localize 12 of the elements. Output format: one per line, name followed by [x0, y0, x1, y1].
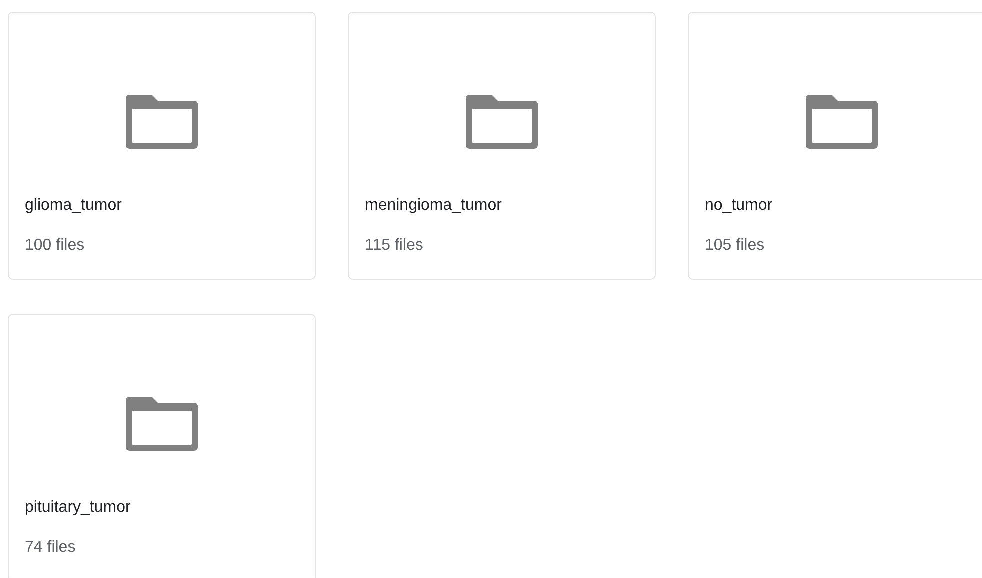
folder-card[interactable]: no_tumor 105 files [688, 12, 982, 280]
file-count: 115 files [365, 236, 424, 256]
folder-card[interactable]: glioma_tumor 100 files [8, 12, 316, 280]
file-count: 105 files [705, 236, 765, 256]
folder-card[interactable]: meningioma_tumor 115 files [348, 12, 656, 280]
file-count: 74 files [25, 538, 76, 558]
folder-name: glioma_tumor [25, 196, 122, 216]
folder-name: pituitary_tumor [25, 498, 131, 518]
folder-name: no_tumor [705, 196, 773, 216]
folder-name: meningioma_tumor [365, 196, 502, 216]
folder-card[interactable]: pituitary_tumor 74 files [8, 314, 316, 578]
file-count: 100 files [25, 236, 85, 256]
